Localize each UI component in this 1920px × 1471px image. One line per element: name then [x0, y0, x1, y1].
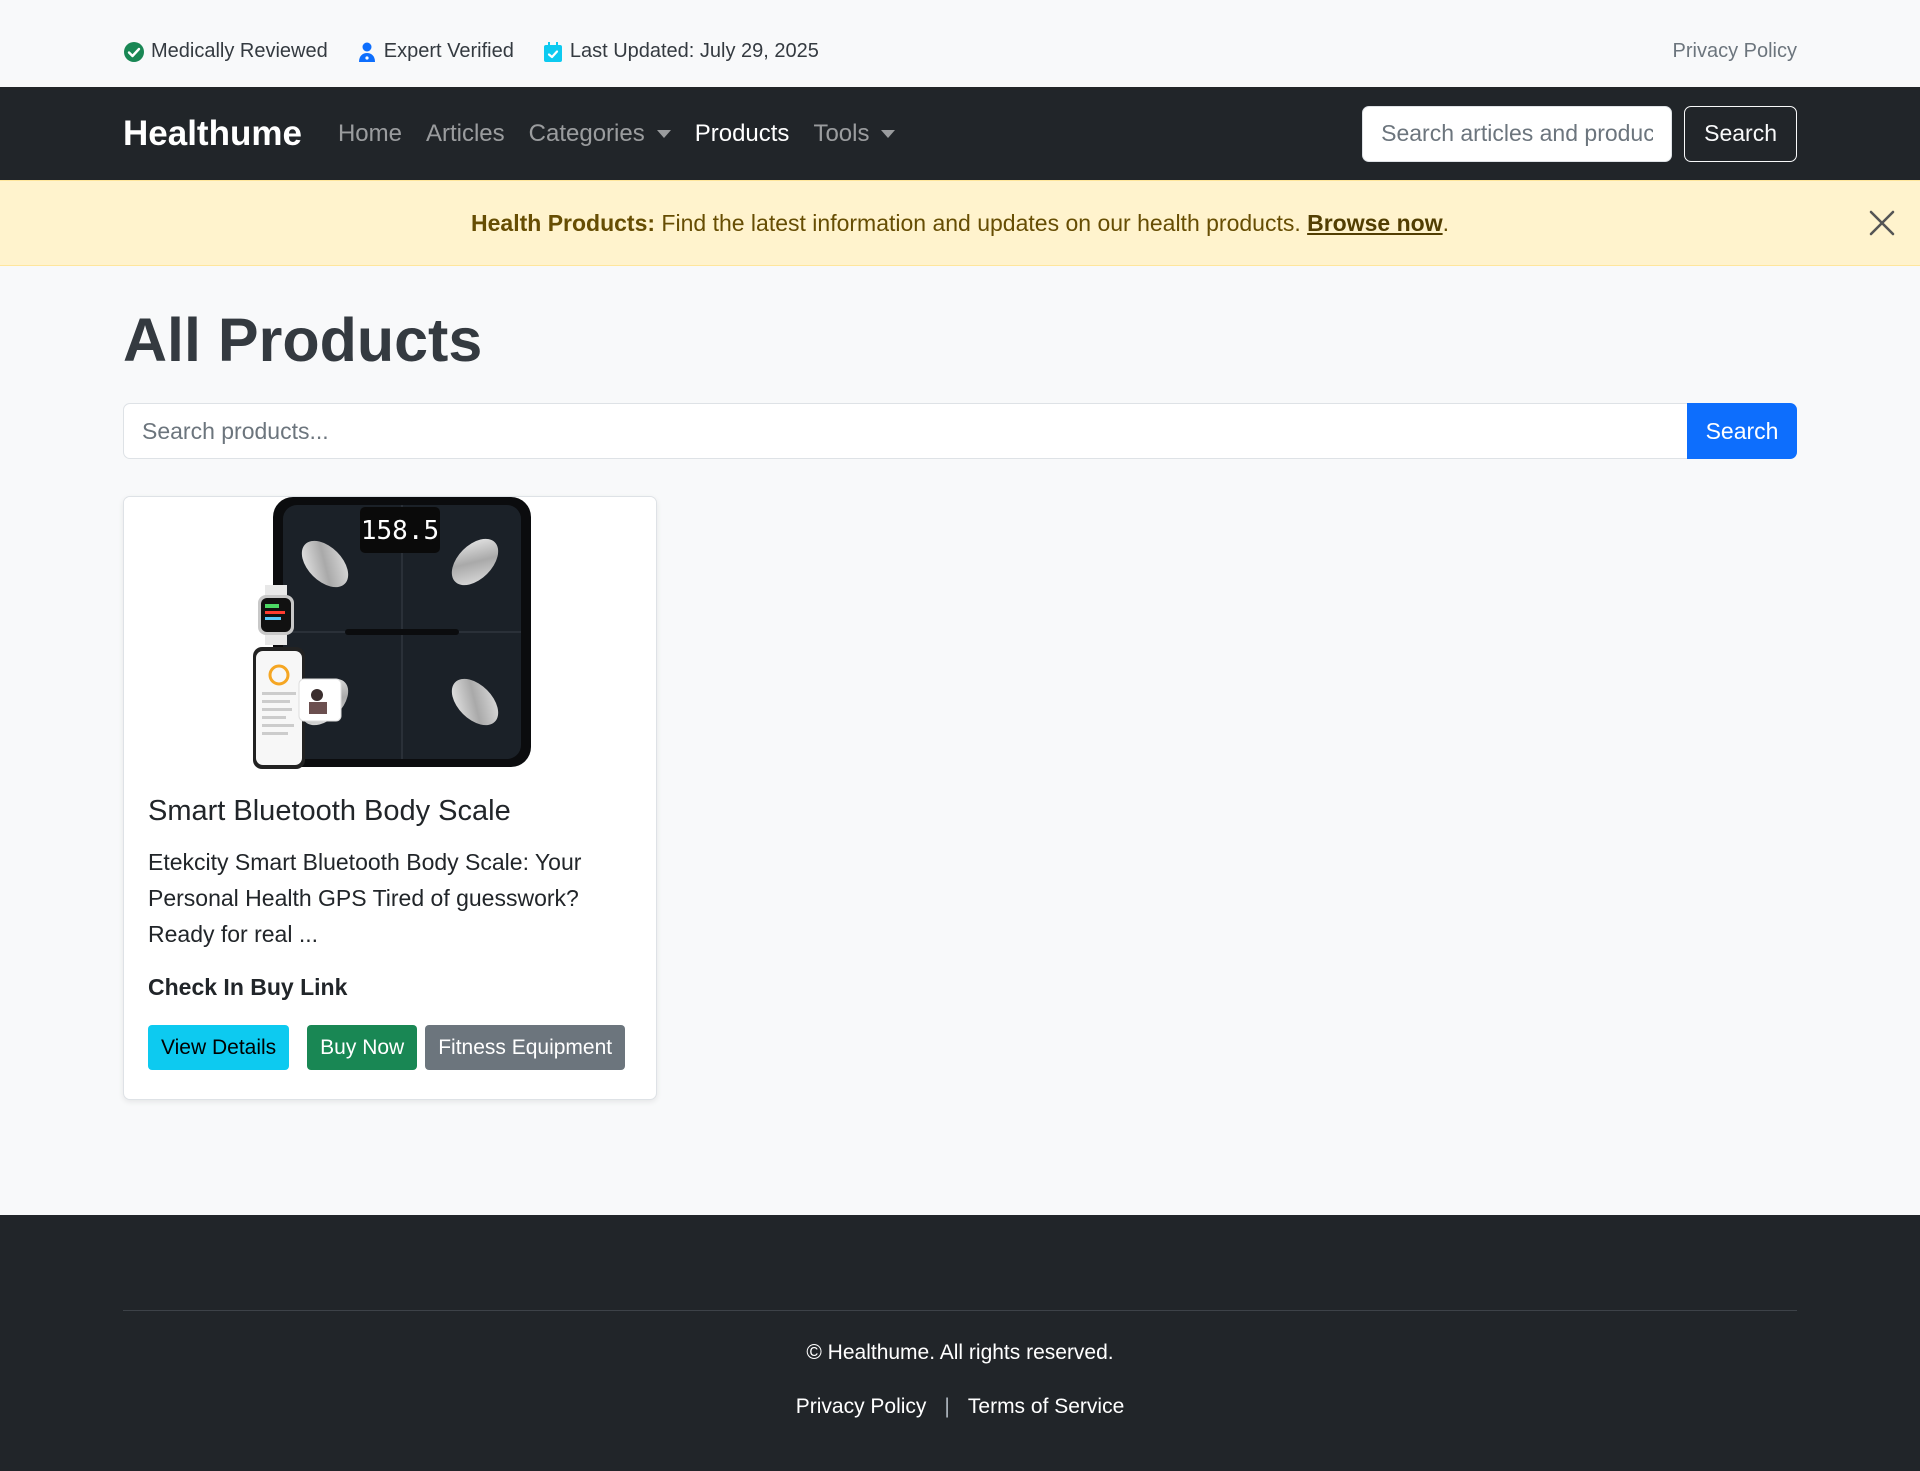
footer-privacy-link[interactable]: Privacy Policy: [796, 1395, 927, 1419]
product-price: Check In Buy Link: [148, 974, 348, 1001]
product-actions: View Details Buy Now Fitness Equipment: [148, 1025, 632, 1071]
expert-verified-label: Expert Verified: [383, 40, 514, 62]
alert-end: .: [1442, 209, 1449, 236]
product-card: 158.5 Smart Bluetooth Body Scale Etekcit…: [123, 496, 657, 1101]
view-details-button[interactable]: View Details: [148, 1025, 290, 1071]
brand-logo[interactable]: Healthume: [123, 114, 302, 154]
nav-search-form: Search: [1362, 105, 1797, 162]
caret-down-icon: [881, 129, 896, 138]
footer-separator: |: [944, 1395, 950, 1418]
nav-articles[interactable]: Articles: [426, 120, 505, 148]
nav-links: Home Articles Categories Products Tools: [338, 120, 896, 148]
page-title: All Products: [123, 306, 483, 374]
last-updated-label: Last Updated: July 29, 2025: [569, 40, 819, 62]
nav-home[interactable]: Home: [338, 120, 402, 148]
close-icon[interactable]: [1866, 207, 1898, 239]
top-info-bar: Medically Reviewed Expert Verified Last …: [0, 0, 1920, 87]
caret-down-icon: [656, 129, 671, 138]
nav-search-input[interactable]: [1362, 105, 1673, 162]
product-description: Etekcity Smart Bluetooth Body Scale: You…: [148, 849, 582, 948]
expert-verified-badge: Expert Verified: [356, 40, 514, 63]
scale-display: 158.5: [361, 516, 439, 546]
medically-reviewed-badge: Medically Reviewed: [123, 40, 328, 63]
product-search-input[interactable]: [123, 403, 1687, 460]
medically-reviewed-label: Medically Reviewed: [151, 40, 328, 62]
user-doctor-icon: [358, 42, 375, 62]
nav-products[interactable]: Products: [695, 120, 790, 148]
nav-categories-dropdown[interactable]: Categories: [529, 120, 671, 148]
alert-text: Find the latest information and updates …: [655, 209, 1308, 236]
nav-tools-dropdown[interactable]: Tools: [813, 119, 896, 148]
footer-links: Privacy Policy | Terms of Service: [123, 1395, 1797, 1419]
trust-badges: Medically Reviewed Expert Verified Last …: [123, 40, 819, 63]
check-circle-icon: [124, 41, 144, 62]
footer-copyright: © Healthume. All rights reserved.: [806, 1341, 1114, 1364]
last-updated-badge: Last Updated: July 29, 2025: [542, 40, 819, 63]
nav-categories-label: Categories: [528, 119, 645, 147]
nav-tools-label: Tools: [813, 119, 870, 147]
nav-search-button[interactable]: Search: [1684, 105, 1797, 162]
product-title: Smart Bluetooth Body Scale: [148, 795, 511, 828]
calendar-check-icon: [543, 41, 562, 62]
footer-divider: [123, 1310, 1797, 1311]
main-content: All Products Search products... Search 1…: [0, 266, 1920, 1101]
main-navbar: Healthume Home Articles Categories Produ…: [0, 87, 1920, 180]
alert-browse-link[interactable]: Browse now: [1307, 210, 1442, 236]
buy-now-button[interactable]: Buy Now: [307, 1025, 418, 1071]
smart-scale-image: 158.5: [253, 497, 531, 770]
product-image[interactable]: 158.5: [124, 497, 656, 776]
announcement-alert: Health Products: Find the latest informa…: [0, 180, 1920, 266]
top-privacy-link[interactable]: Privacy Policy: [1673, 40, 1797, 63]
alert-message: Health Products: Find the latest informa…: [471, 210, 1449, 237]
product-search-button[interactable]: Search: [1687, 403, 1797, 460]
product-card-body: Smart Bluetooth Body Scale Etekcity Smar…: [124, 775, 656, 1094]
category-button[interactable]: Fitness Equipment: [425, 1025, 626, 1071]
alert-lead: Health Products:: [471, 209, 656, 236]
footer-terms-link[interactable]: Terms of Service: [968, 1395, 1124, 1419]
site-footer: © Healthume. All rights reserved. Privac…: [0, 1215, 1920, 1471]
product-search-form: Search: [123, 403, 1797, 460]
